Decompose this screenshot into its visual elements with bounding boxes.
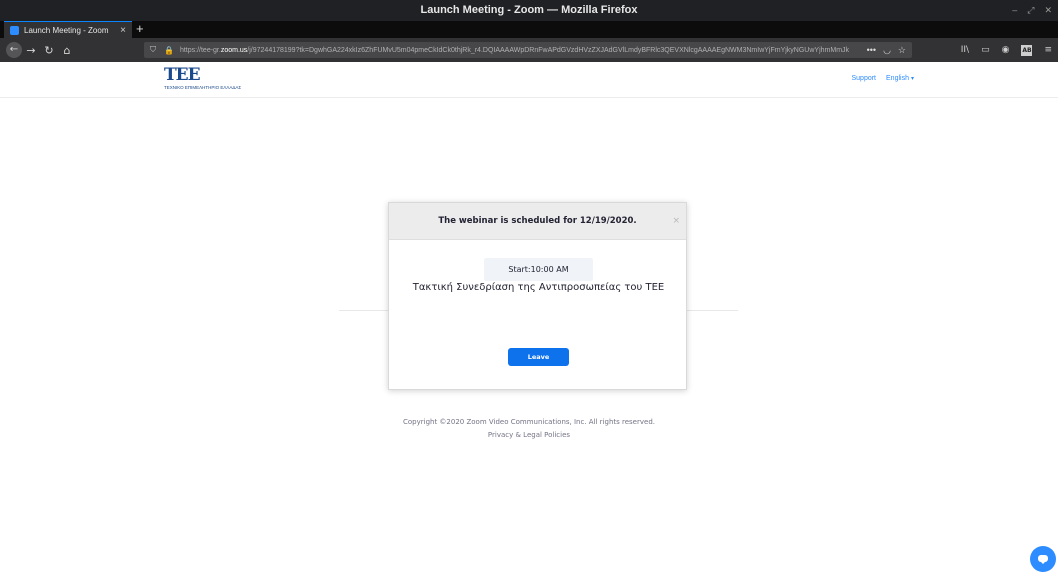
header-links: Support English ▾ [851,75,914,82]
page-footer: Copyright ©2020 Zoom Video Communication… [0,416,1058,442]
language-label: English [886,75,909,82]
reload-icon[interactable]: ↻ [40,44,58,57]
tab-close-icon[interactable]: × [120,25,126,36]
dialog-title: The webinar is scheduled for 12/19/2020. [438,216,637,226]
url-prefix: https://tee-gr. [179,46,221,54]
support-link[interactable]: Support [851,75,876,82]
forward-arrow-icon[interactable]: → [22,44,40,57]
caret-down-icon: ▾ [910,76,914,82]
address-bar[interactable]: ⛉ 🔒 https://tee-gr. zoom.us/j/97244178199… [144,42,912,58]
window-controls: – ⤢ ✕ [1012,0,1052,21]
language-selector[interactable]: English ▾ [886,75,914,82]
close-icon[interactable]: × [672,203,680,240]
meeting-name: Τακτική Συνεδρίαση της Αντιπροσωπείας το… [412,282,665,293]
zoom-favicon-icon [10,25,19,35]
toolbar-right: II\ ▭ ◉ AB ≡ [961,38,1052,62]
extension-icon[interactable]: ◉ [1002,45,1010,55]
home-icon[interactable]: ⌂ [58,44,76,57]
copyright-text: Copyright ©2020 Zoom Video Communication… [403,418,655,426]
url-host: zoom.us [220,46,248,54]
library-icon[interactable]: II\ [961,45,969,55]
url-path: /j/97244178199?tk=DgwhGA224xkIz6ZhFUMvU5… [247,46,850,54]
sidebar-icon[interactable]: ▭ [981,45,990,55]
back-arrow-icon[interactable]: ← [6,42,22,58]
menu-icon[interactable]: ≡ [1044,45,1052,55]
close-window-button[interactable]: ✕ [1044,0,1052,21]
tab-title: Launch Meeting - Zoom [24,25,109,35]
window-title: Launch Meeting - Zoom — Mozilla Firefox [420,4,638,16]
new-tab-button[interactable]: + [136,21,144,38]
leave-button[interactable]: Leave [508,348,569,366]
start-time: Start:10:00 AM [484,258,593,281]
tracking-shield-icon[interactable]: ⛉ [150,45,156,55]
pocket-icon[interactable]: ◡ [883,45,891,56]
privacy-link[interactable]: Privacy & Legal Policies [0,429,1058,442]
logo-mark: TEE [164,65,201,85]
address-bar-actions: ••• ◡ ☆ [860,42,906,58]
bookmark-star-icon[interactable]: ☆ [898,45,906,56]
webinar-scheduled-dialog: The webinar is scheduled for 12/19/2020.… [388,202,687,390]
site-header: TEE ΤΕΧΝΙΚΟ ΕΠΙΜΕΛΗΤΗΡΙΟ ΕΛΛΑΔΑΣ Support… [0,62,1058,98]
navigation-bar: ← → ↻ ⌂ ⛉ 🔒 https://tee-gr. zoom.us/j/972… [0,38,1058,62]
dialog-header: The webinar is scheduled for 12/19/2020.… [389,203,686,240]
tee-logo[interactable]: TEE ΤΕΧΝΙΚΟ ΕΠΙΜΕΛΗΤΗΡΙΟ ΕΛΛΑΔΑΣ [164,65,242,91]
tab-launch-meeting[interactable]: Launch Meeting - Zoom × [4,21,132,38]
tab-strip: Launch Meeting - Zoom × + [0,21,1058,38]
window-title-bar: Launch Meeting - Zoom — Mozilla Firefox … [0,0,1058,21]
page-actions-icon[interactable]: ••• [867,45,876,55]
chat-button[interactable] [1030,546,1056,572]
minimize-button[interactable]: – [1012,0,1017,21]
lock-icon[interactable]: 🔒 [164,46,174,55]
chat-bubble-tail [1040,561,1046,564]
maximize-button[interactable]: ⤢ [1027,0,1034,21]
account-icon[interactable]: AB [1021,44,1033,56]
page-content: TEE ΤΕΧΝΙΚΟ ΕΠΙΜΕΛΗΤΗΡΙΟ ΕΛΛΑΔΑΣ Support… [0,62,1058,581]
logo-subtitle: ΤΕΧΝΙΚΟ ΕΠΙΜΕΛΗΤΗΡΙΟ ΕΛΛΑΔΑΣ [164,85,242,90]
